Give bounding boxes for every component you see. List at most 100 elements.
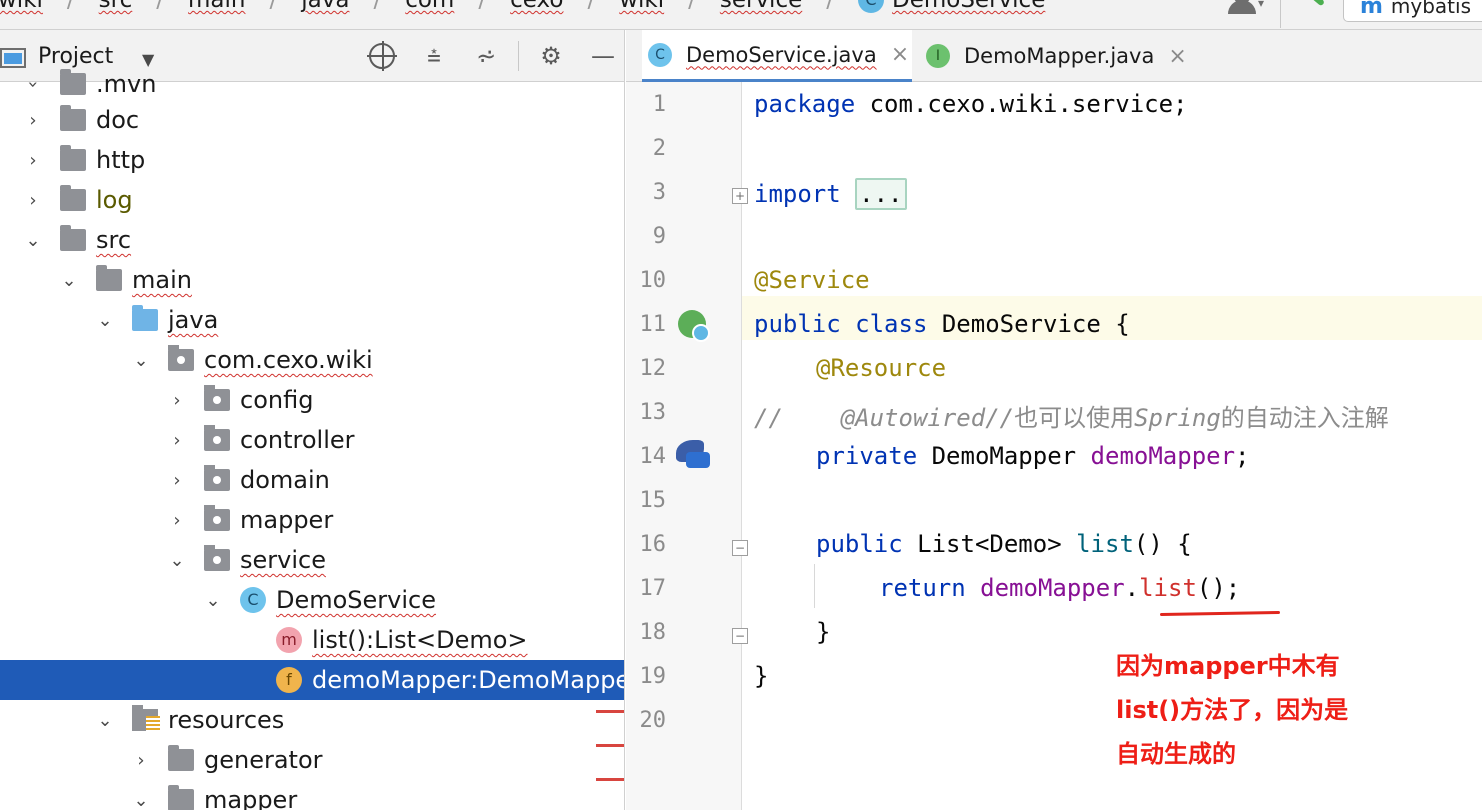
tree-item-src[interactable]: ⌄ src bbox=[0, 220, 624, 260]
user-icon[interactable]: ▾ bbox=[1220, 0, 1276, 24]
chevron-right-icon[interactable]: › bbox=[22, 110, 44, 131]
tab-label: DemoMapper.java bbox=[964, 44, 1155, 68]
breadcrumb-item-service[interactable]: service bbox=[720, 0, 802, 13]
tree-item-mvn[interactable]: › .mvn bbox=[0, 64, 624, 104]
line-number: 3 bbox=[652, 180, 666, 205]
folder-icon bbox=[168, 745, 194, 771]
breadcrumb-item-cexo[interactable]: cexo bbox=[510, 0, 563, 13]
folder-icon bbox=[168, 785, 194, 810]
tab-demoservice-java[interactable]: C DemoService.java × bbox=[642, 30, 912, 82]
chevron-right-icon[interactable]: › bbox=[166, 470, 188, 491]
breadcrumb-item-src[interactable]: src bbox=[99, 0, 133, 13]
fold-expand-icon[interactable]: + bbox=[732, 188, 748, 204]
tree-item-com-cexo-wiki[interactable]: ⌄ com.cexo.wiki bbox=[0, 340, 624, 380]
breadcrumb-item-demoservice[interactable]: DemoService bbox=[892, 0, 1045, 13]
tree-item-demomapper-field[interactable]: f demoMapper:DemoMapper bbox=[0, 660, 624, 700]
tree-item-controller[interactable]: › controller bbox=[0, 420, 624, 460]
chevron-right-icon[interactable]: › bbox=[22, 190, 44, 211]
close-icon[interactable]: × bbox=[891, 42, 909, 67]
close-icon[interactable]: × bbox=[1168, 44, 1186, 69]
chevron-right-icon[interactable]: › bbox=[130, 750, 152, 771]
chevron-down-icon[interactable]: ⌄ bbox=[58, 270, 80, 291]
code-line-19: } bbox=[754, 662, 768, 690]
breadcrumb-item-java[interactable]: java bbox=[301, 0, 349, 13]
package-icon bbox=[204, 545, 230, 571]
chevron-down-icon[interactable]: ⌄ bbox=[94, 310, 116, 331]
unresolved-method-token: list bbox=[1139, 574, 1197, 602]
editor-gutter: 1 2 3 9 10 11 12 13 14 15 16 17 18 19 20… bbox=[626, 82, 748, 810]
code-token: Spring bbox=[1134, 404, 1221, 432]
code-line-11: public class DemoService { bbox=[754, 310, 1130, 338]
breadcrumb-item-wiki[interactable]: wiki bbox=[0, 0, 43, 13]
fold-collapse-icon[interactable]: − bbox=[732, 540, 748, 556]
tree-item-label: com.cexo.wiki bbox=[204, 346, 373, 374]
fold-collapse-icon[interactable]: − bbox=[732, 628, 748, 644]
chevron-down-icon[interactable]: ⌄ bbox=[94, 710, 116, 731]
hammer-icon[interactable] bbox=[1295, 0, 1339, 20]
folder-icon bbox=[60, 145, 86, 171]
breadcrumb-separator: / bbox=[269, 0, 278, 13]
code-line-17: return demoMapper.list(); bbox=[879, 574, 1240, 602]
package-icon bbox=[204, 385, 230, 411]
chevron-right-icon[interactable]: › bbox=[23, 73, 44, 95]
breadcrumb-item-com[interactable]: com bbox=[405, 0, 454, 13]
code-token: package bbox=[754, 90, 856, 118]
code-token: public bbox=[754, 310, 841, 338]
code-line-16: public List<Demo> list() { bbox=[816, 530, 1192, 558]
tree-item-config[interactable]: › config bbox=[0, 380, 624, 420]
code-token: 也可以使用 bbox=[1014, 404, 1135, 432]
folder-icon bbox=[60, 69, 86, 95]
chevron-right-icon[interactable]: › bbox=[166, 510, 188, 531]
tree-item-mapper[interactable]: › mapper bbox=[0, 500, 624, 540]
chevron-down-icon[interactable]: ⌄ bbox=[166, 550, 188, 571]
tree-item-list-method[interactable]: m list():List<Demo> bbox=[0, 620, 624, 660]
code-line-10: @Service bbox=[754, 266, 870, 294]
chevron-down-icon[interactable]: ⌄ bbox=[202, 590, 224, 611]
tree-item-main[interactable]: ⌄ main bbox=[0, 260, 624, 300]
line-number: 13 bbox=[639, 400, 667, 425]
breadcrumb-item-wiki-pkg[interactable]: wiki bbox=[619, 0, 664, 13]
line-number: 19 bbox=[639, 664, 667, 689]
breadcrumb-separator: / bbox=[373, 0, 382, 13]
tree-item-label: src bbox=[96, 226, 132, 254]
chevron-down-icon[interactable]: ⌄ bbox=[22, 230, 44, 251]
chevron-right-icon[interactable]: › bbox=[166, 390, 188, 411]
code-line-3: import ... bbox=[754, 178, 907, 210]
tree-item-service[interactable]: ⌄ service bbox=[0, 540, 624, 580]
tree-item-java[interactable]: ⌄ java bbox=[0, 300, 624, 340]
chevron-right-icon[interactable]: › bbox=[22, 150, 44, 171]
run-configuration-selector[interactable]: m mybatis bbox=[1342, 0, 1482, 22]
tree-item-doc[interactable]: › doc bbox=[0, 100, 624, 140]
code-token: class bbox=[855, 310, 928, 338]
chevron-right-icon[interactable]: › bbox=[166, 430, 188, 451]
class-icon: C bbox=[648, 42, 672, 67]
class-icon: C bbox=[240, 587, 266, 613]
tree-item-resources[interactable]: ⌄ resources bbox=[0, 700, 624, 740]
mybatis-navigate-icon[interactable] bbox=[676, 440, 710, 470]
tree-item-domain[interactable]: › domain bbox=[0, 460, 624, 500]
tab-demomapper-java[interactable]: I DemoMapper.java × bbox=[926, 30, 1196, 82]
chevron-down-icon[interactable]: ⌄ bbox=[130, 790, 152, 810]
tree-item-label: generator bbox=[204, 746, 323, 774]
tree-item-generator[interactable]: › generator bbox=[0, 740, 624, 780]
tree-item-label: resources bbox=[168, 706, 285, 734]
run-configuration-label: mybatis bbox=[1390, 0, 1471, 18]
line-number: 14 bbox=[639, 444, 667, 469]
spring-bean-icon[interactable] bbox=[678, 310, 710, 342]
breadcrumb-item-main[interactable]: main bbox=[188, 0, 245, 13]
code-line-14: private DemoMapper demoMapper; bbox=[816, 442, 1250, 470]
tree-item-log[interactable]: › log bbox=[0, 180, 624, 220]
tree-item-label: java bbox=[168, 306, 219, 334]
folded-imports[interactable]: ... bbox=[855, 178, 907, 210]
chevron-down-icon[interactable]: ⌄ bbox=[130, 350, 152, 371]
breadcrumb-separator: / bbox=[826, 0, 834, 13]
navbar-actions: ▾ m mybatis bbox=[1220, 0, 1482, 29]
tree-item-mapper-resources[interactable]: ⌄ mapper bbox=[0, 780, 624, 810]
code-token: demoMapper bbox=[1090, 442, 1236, 470]
tree-item-demoservice[interactable]: ⌄ C DemoService bbox=[0, 580, 624, 620]
maven-icon: m bbox=[1359, 0, 1383, 19]
tree-item-label: list():List<Demo> bbox=[312, 626, 528, 654]
navigation-bar: wiki / src / main / java / com / cexo / … bbox=[0, 0, 1482, 30]
tree-item-http[interactable]: › http bbox=[0, 140, 624, 180]
code-token: 的自动注入注解 bbox=[1220, 404, 1389, 432]
